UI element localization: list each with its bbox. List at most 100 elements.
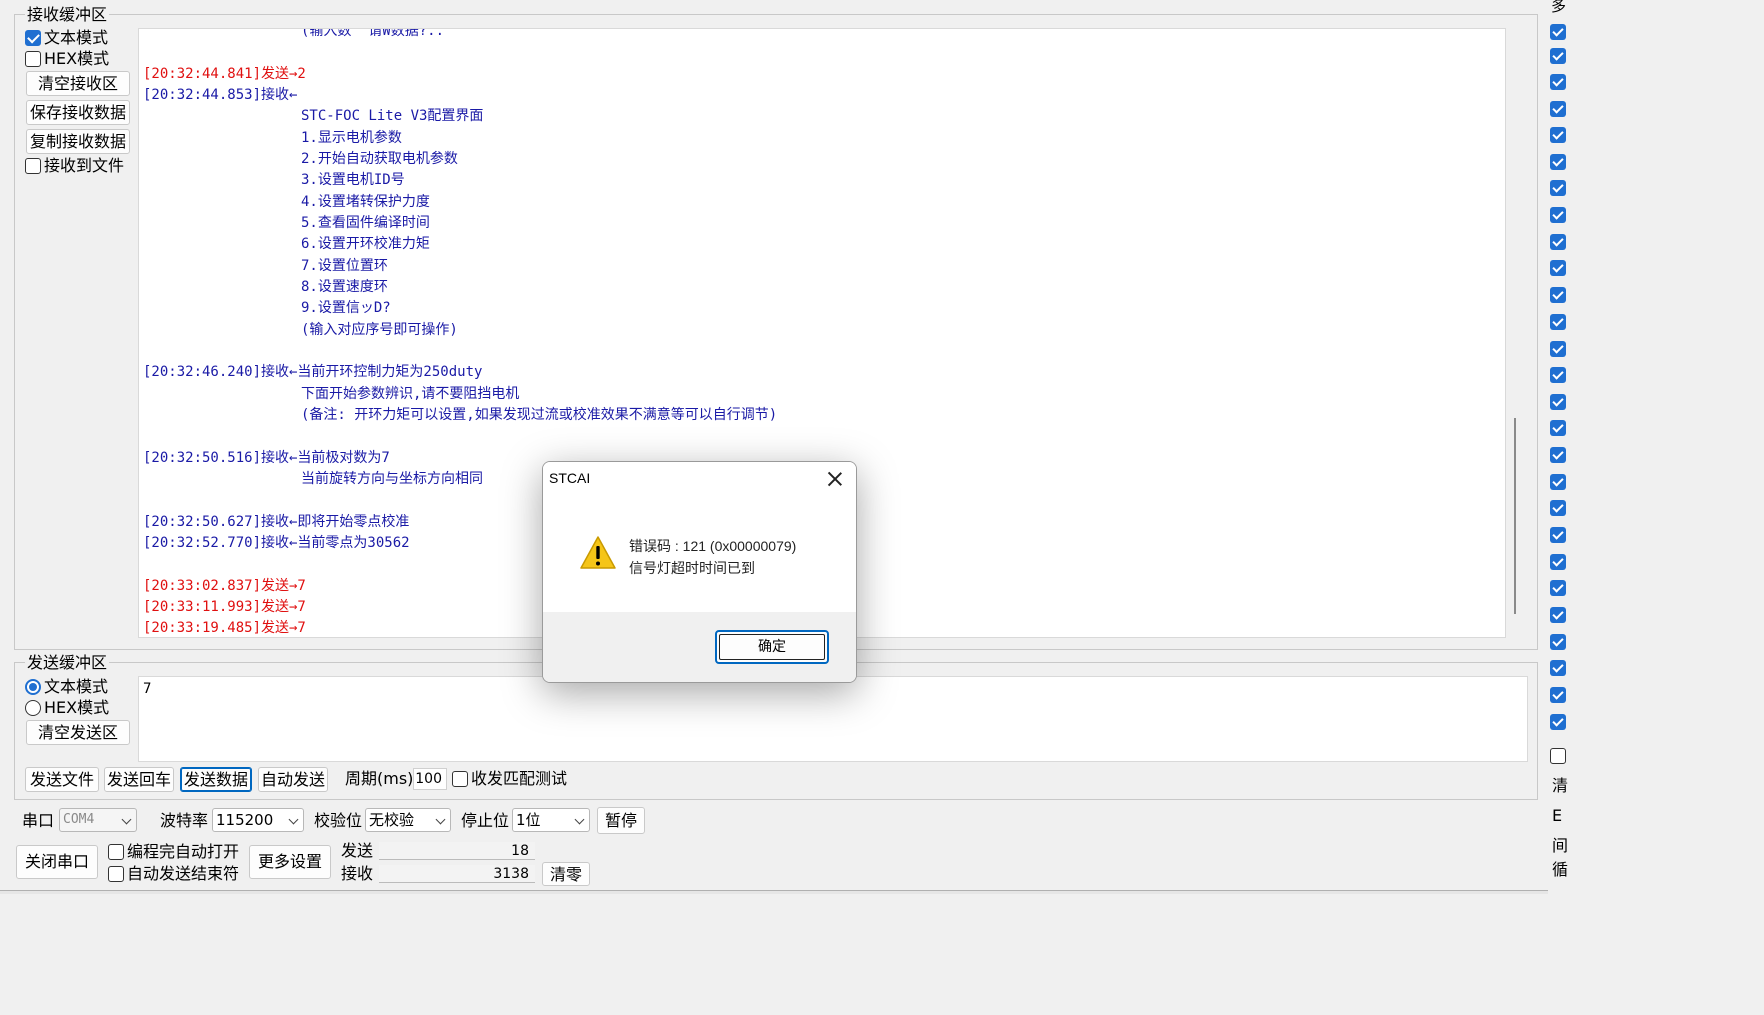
right-checkbox[interactable] <box>1550 207 1566 223</box>
receive-scrollbar[interactable] <box>1514 418 1516 614</box>
rx-line: [20:32:44.841]发送→2 <box>143 66 306 82</box>
rx-line: 2.开始自动获取电机参数 <box>301 151 458 167</box>
rx-line: [20:32:52.770]接收←当前零点为30562 <box>143 535 410 551</box>
more-settings-button[interactable]: 更多设置 <box>249 845 331 879</box>
reset-counter-button[interactable]: 清零 <box>542 862 590 886</box>
rx-line: 8.设置速度环 <box>301 279 388 295</box>
serial-assistant-window: 接收缓冲区 文本模式 HEX模式 清空接收区 保存接收数据 复制接收数据 接收到… <box>0 0 1764 1015</box>
copy-receive-button[interactable]: 复制接收数据 <box>26 129 130 154</box>
rx-hex-mode-checkbox[interactable]: HEX模式 <box>25 49 109 69</box>
right-checkbox[interactable] <box>1550 341 1566 357</box>
right-checkbox[interactable] <box>1550 234 1566 250</box>
rx-line: (输入数 请W数据?.. <box>301 28 445 39</box>
right-checkbox[interactable] <box>1550 24 1566 40</box>
right-checkbox[interactable] <box>1550 420 1566 436</box>
baud-label: 波特率 <box>160 811 209 830</box>
send-enter-button[interactable]: 发送回车 <box>104 767 174 792</box>
error-dialog: STCAI 错误码 : 121 (0x00000079) 信号灯超时时间已到 确… <box>542 461 857 683</box>
right-checkbox[interactable] <box>1550 287 1566 303</box>
tx-hex-mode-radio[interactable]: HEX模式 <box>25 698 109 718</box>
rx-line: (备注: 开环力矩可以设置,如果发现过流或校准效果不满意等可以自行调节) <box>301 407 778 423</box>
baud-select[interactable]: 115200 <box>212 808 304 832</box>
right-checkbox[interactable] <box>1550 500 1566 516</box>
save-receive-button[interactable]: 保存接收数据 <box>26 100 130 125</box>
right-checkbox[interactable] <box>1550 127 1566 143</box>
dialog-titlebar: STCAI <box>543 462 856 496</box>
rx-line: STC-FOC Lite V3配置界面 <box>301 108 484 124</box>
rx-line: 7.设置位置环 <box>301 258 388 274</box>
tx-text-mode-radio[interactable]: 文本模式 <box>25 677 108 697</box>
dialog-title: STCAI <box>549 470 591 486</box>
right-checkbox[interactable] <box>1550 554 1566 570</box>
right-checkbox[interactable] <box>1550 48 1566 64</box>
parity-label: 校验位 <box>314 811 363 830</box>
close-icon[interactable] <box>824 468 846 490</box>
dialog-footer: 确定 <box>543 612 856 682</box>
send-text-area[interactable]: 7 <box>138 676 1528 762</box>
right-checkbox[interactable] <box>1550 154 1566 170</box>
rx-text-mode-checkbox[interactable]: 文本模式 <box>25 28 108 48</box>
received-label: 接收 <box>341 864 374 883</box>
rx-line: (输入对应序号即可操作) <box>301 322 458 338</box>
close-port-button[interactable]: 关闭串口 <box>16 845 98 879</box>
ok-button[interactable]: 确定 <box>715 630 829 664</box>
sent-label: 发送 <box>341 841 374 860</box>
right-strip-top-label: 多 <box>1551 0 1567 15</box>
check-icon <box>25 30 41 46</box>
checkbox-box <box>452 771 468 787</box>
chevron-down-icon <box>435 814 446 825</box>
pause-button[interactable]: 暂停 <box>597 807 645 834</box>
match-test-checkbox[interactable]: 收发匹配测试 <box>452 769 567 789</box>
clear-send-button[interactable]: 清空发送区 <box>26 720 130 745</box>
send-file-button[interactable]: 发送文件 <box>25 767 99 792</box>
right-checkbox[interactable] <box>1550 474 1566 490</box>
right-checkbox[interactable] <box>1550 714 1566 730</box>
right-checkbox-unchecked[interactable] <box>1550 748 1566 764</box>
rx-line: 1.显示电机参数 <box>301 130 402 146</box>
checkbox-box <box>108 844 124 860</box>
right-checkbox[interactable] <box>1550 260 1566 276</box>
right-checkbox[interactable] <box>1550 101 1566 117</box>
auto-send-button[interactable]: 自动发送 <box>258 767 328 792</box>
receive-buffer-title: 接收缓冲区 <box>25 5 110 24</box>
rx-line: 下面开始参数辨识,请不要阻挡电机 <box>301 386 520 402</box>
rx-line: 当前旋转方向与坐标方向相同 <box>301 471 483 487</box>
dialog-error-message: 信号灯超时时间已到 <box>629 560 755 576</box>
right-checkbox[interactable] <box>1550 367 1566 383</box>
right-checkbox[interactable] <box>1550 687 1566 703</box>
chevron-down-icon <box>574 814 585 825</box>
auto-end-checkbox[interactable]: 自动发送结束符 <box>108 864 239 884</box>
sent-counter: 18 <box>379 842 535 860</box>
rx-line: [20:33:02.837]发送→7 <box>143 578 306 594</box>
dialog-error-code: 错误码 : 121 (0x00000079) <box>629 538 797 554</box>
auto-open-checkbox[interactable]: 编程完自动打开 <box>108 842 239 862</box>
right-checkbox[interactable] <box>1550 580 1566 596</box>
right-checkbox[interactable] <box>1550 314 1566 330</box>
right-checkbox[interactable] <box>1550 74 1566 90</box>
right-checkbox[interactable] <box>1550 394 1566 410</box>
right-checkbox[interactable] <box>1550 527 1566 543</box>
right-checkbox[interactable] <box>1550 180 1566 196</box>
port-select[interactable]: COM4 <box>59 808 137 832</box>
rx-line: 9.设置信ッD? <box>301 300 391 316</box>
stop-bits-label: 停止位 <box>461 811 510 830</box>
chevron-down-icon <box>288 814 299 825</box>
period-input[interactable]: 100 <box>413 768 447 790</box>
chevron-down-icon <box>121 814 132 825</box>
rx-line: 6.设置开环校准力矩 <box>301 236 430 252</box>
rx-line: 4.设置堵转保护力度 <box>301 194 430 210</box>
right-checkbox[interactable] <box>1550 447 1566 463</box>
rx-line: [20:32:44.853]接收← <box>143 87 298 103</box>
right-checkbox[interactable] <box>1550 660 1566 676</box>
right-checkbox[interactable] <box>1550 634 1566 650</box>
checkbox-box <box>108 866 124 882</box>
right-strip-label: 清 <box>1552 776 1569 795</box>
checkbox-box <box>25 158 41 174</box>
right-checkbox[interactable] <box>1550 607 1566 623</box>
stop-bits-select[interactable]: 1位 <box>512 808 590 832</box>
receive-to-file-checkbox[interactable]: 接收到文件 <box>25 156 124 176</box>
parity-select[interactable]: 无校验 <box>365 808 451 832</box>
rx-line: [20:32:50.627]接收←即将开始零点校准 <box>143 514 410 530</box>
send-data-button[interactable]: 发送数据 <box>180 767 252 792</box>
clear-receive-button[interactable]: 清空接收区 <box>26 71 130 96</box>
